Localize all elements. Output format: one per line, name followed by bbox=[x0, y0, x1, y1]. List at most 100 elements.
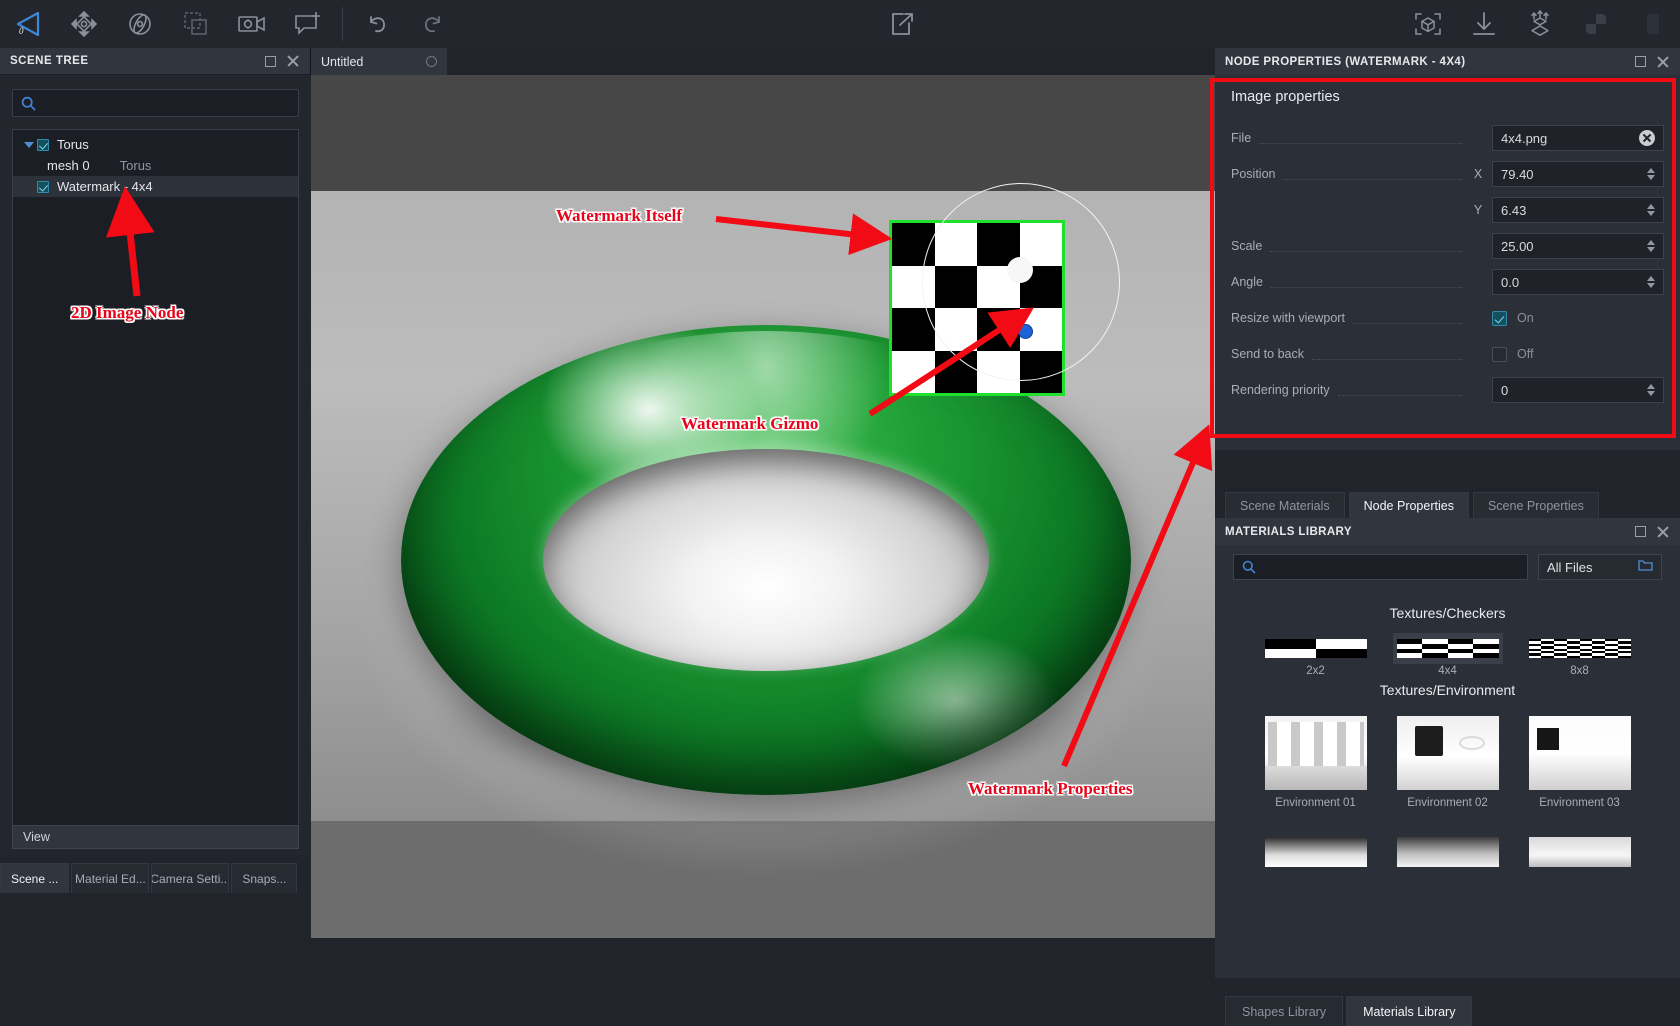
bottom-tab-snapshots[interactable]: Snaps... bbox=[231, 863, 297, 893]
resize-with-viewport-checkbox[interactable] bbox=[1492, 311, 1507, 326]
scene-tree-maximize-icon[interactable] bbox=[265, 56, 276, 67]
tab-label: Node Properties bbox=[1364, 499, 1454, 513]
node-properties-titlebar: NODE PROPERTIES (WATERMARK - 4X4) bbox=[1215, 48, 1680, 75]
materials-library-search[interactable] bbox=[1233, 554, 1528, 580]
material-item-4x4[interactable]: 4x4 bbox=[1393, 633, 1503, 664]
environment-thumbnail bbox=[1265, 837, 1367, 867]
tree-node-watermark[interactable]: Watermark - 4x4 bbox=[13, 176, 298, 197]
svg-text:0: 0 bbox=[19, 26, 24, 36]
tab-node-properties[interactable]: Node Properties bbox=[1349, 492, 1469, 518]
tree-node-checkbox[interactable] bbox=[37, 139, 49, 151]
position-y-field[interactable]: 6.43 bbox=[1492, 197, 1664, 223]
material-item-partial-3[interactable] bbox=[1525, 831, 1635, 873]
materials-library-list[interactable]: Textures/Checkers 2x2 4x4 8x8 Textures/E… bbox=[1215, 589, 1680, 978]
expand-triangle-icon[interactable] bbox=[21, 142, 37, 148]
position-y-stepper[interactable] bbox=[1647, 204, 1655, 216]
move-gizmo-icon[interactable] bbox=[56, 0, 112, 48]
materials-library-close-icon[interactable] bbox=[1656, 525, 1670, 539]
material-item-environment-02[interactable]: Environment 02 bbox=[1393, 710, 1503, 815]
snap-to-ground-icon[interactable] bbox=[1456, 0, 1512, 48]
bottom-tab-material-editor[interactable]: Material Ed... bbox=[71, 863, 149, 893]
material-caption: 8x8 bbox=[1529, 665, 1631, 677]
material-item-environment-01[interactable]: Environment 01 bbox=[1261, 710, 1371, 815]
tree-node-torus[interactable]: Torus bbox=[13, 134, 298, 155]
property-label-send-to-back: Send to back bbox=[1231, 347, 1304, 361]
share-export-icon[interactable] bbox=[873, 0, 929, 48]
material-caption: 2x2 bbox=[1265, 665, 1367, 677]
node-properties-close-icon[interactable] bbox=[1656, 55, 1670, 69]
checker-texture-icon[interactable] bbox=[1568, 0, 1624, 48]
redo-icon[interactable] bbox=[405, 0, 461, 48]
image-properties-heading: Image properties bbox=[1231, 89, 1664, 105]
scene-tree-close-icon[interactable] bbox=[286, 54, 300, 68]
materials-library-filter-dropdown[interactable]: All Files bbox=[1538, 554, 1662, 580]
angle-stepper[interactable] bbox=[1647, 276, 1655, 288]
explode-view-icon[interactable] bbox=[1512, 0, 1568, 48]
tree-node-checkbox[interactable] bbox=[37, 181, 49, 193]
scale-gizmo-icon[interactable] bbox=[168, 0, 224, 48]
material-caption: Environment 02 bbox=[1397, 797, 1499, 809]
material-item-2x2[interactable]: 2x2 bbox=[1261, 633, 1371, 664]
scene-tree-view-bar[interactable]: View bbox=[12, 825, 299, 849]
materials-grid-partial bbox=[1215, 831, 1680, 873]
scene-tree-search[interactable] bbox=[12, 89, 299, 117]
folder-icon[interactable] bbox=[1638, 559, 1653, 575]
bottom-tab-camera-settings[interactable]: Camera Setti... bbox=[151, 863, 229, 893]
bottom-tab-materials-library[interactable]: Materials Library bbox=[1346, 996, 1472, 1026]
material-item-8x8[interactable]: 8x8 bbox=[1525, 633, 1635, 664]
bottom-tab-shapes-library[interactable]: Shapes Library bbox=[1225, 996, 1343, 1026]
file-field[interactable]: 4x4.png bbox=[1492, 125, 1664, 151]
undo-icon[interactable] bbox=[349, 0, 405, 48]
watermark-gizmo-rotate-handle[interactable] bbox=[1007, 257, 1033, 283]
select-arrow-icon[interactable]: 0 bbox=[0, 0, 56, 48]
panel-toggle-icon[interactable] bbox=[1624, 0, 1680, 48]
rotate-gizmo-icon[interactable] bbox=[112, 0, 168, 48]
leader-dots bbox=[1271, 287, 1462, 288]
scale-stepper[interactable] bbox=[1647, 240, 1655, 252]
clear-file-icon[interactable] bbox=[1639, 130, 1655, 146]
tab-scene-properties[interactable]: Scene Properties bbox=[1473, 492, 1599, 518]
position-x-field[interactable]: 79.40 bbox=[1492, 161, 1664, 187]
bottom-tab-label: Materials Library bbox=[1363, 1005, 1455, 1019]
tab-scene-materials[interactable]: Scene Materials bbox=[1225, 492, 1345, 518]
environment-thumbnail bbox=[1265, 716, 1367, 790]
environment-thumbnail bbox=[1397, 837, 1499, 867]
material-item-partial-1[interactable] bbox=[1261, 831, 1371, 873]
unsaved-dot-icon bbox=[426, 56, 437, 67]
tree-node-mesh0[interactable]: mesh 0 Torus bbox=[13, 155, 298, 176]
search-icon bbox=[1242, 560, 1256, 574]
viewport-canvas[interactable] bbox=[311, 75, 1215, 938]
material-item-environment-03[interactable]: Environment 03 bbox=[1525, 710, 1635, 815]
bottom-tab-scene[interactable]: Scene ... bbox=[0, 863, 69, 893]
material-caption: Environment 03 bbox=[1529, 797, 1631, 809]
material-item-partial-2[interactable] bbox=[1393, 831, 1503, 873]
materials-library-maximize-icon[interactable] bbox=[1635, 526, 1646, 537]
leader-dots bbox=[1239, 215, 1462, 216]
rendering-priority-stepper[interactable] bbox=[1647, 384, 1655, 396]
toolbar-history-group bbox=[349, 0, 461, 48]
add-annotation-icon[interactable] bbox=[280, 0, 336, 48]
scale-field[interactable]: 25.00 bbox=[1492, 233, 1664, 259]
leader-dots bbox=[1338, 395, 1462, 396]
bottom-tab-label: Snaps... bbox=[242, 872, 286, 886]
position-x-stepper[interactable] bbox=[1647, 168, 1655, 180]
rendering-priority-field[interactable]: 0 bbox=[1492, 377, 1664, 403]
position-y-value: 6.43 bbox=[1501, 203, 1643, 218]
node-properties-body: Image properties File 4x4.png Position X… bbox=[1215, 75, 1680, 450]
send-to-back-checkbox[interactable] bbox=[1492, 347, 1507, 362]
watermark-gizmo-anchor-dot[interactable] bbox=[1018, 324, 1033, 339]
node-properties-maximize-icon[interactable] bbox=[1635, 56, 1646, 67]
send-to-back-state: Off bbox=[1517, 347, 1533, 361]
materials-library-search-input[interactable] bbox=[1262, 560, 1519, 574]
viewport-tab-untitled[interactable]: Untitled bbox=[311, 48, 447, 75]
scene-tree-search-input[interactable] bbox=[42, 96, 290, 111]
property-label-rendering-priority: Rendering priority bbox=[1231, 383, 1330, 397]
bounding-box-icon[interactable] bbox=[1400, 0, 1456, 48]
bottom-tab-label: Material Ed... bbox=[75, 872, 146, 886]
camera-settings-icon[interactable] bbox=[224, 0, 280, 48]
angle-field[interactable]: 0.0 bbox=[1492, 269, 1664, 295]
property-label-scale: Scale bbox=[1231, 239, 1262, 253]
angle-value: 0.0 bbox=[1501, 275, 1643, 290]
node-properties-title: NODE PROPERTIES (WATERMARK - 4X4) bbox=[1225, 56, 1635, 68]
annotation-watermark-itself: Watermark Itself bbox=[556, 206, 682, 226]
